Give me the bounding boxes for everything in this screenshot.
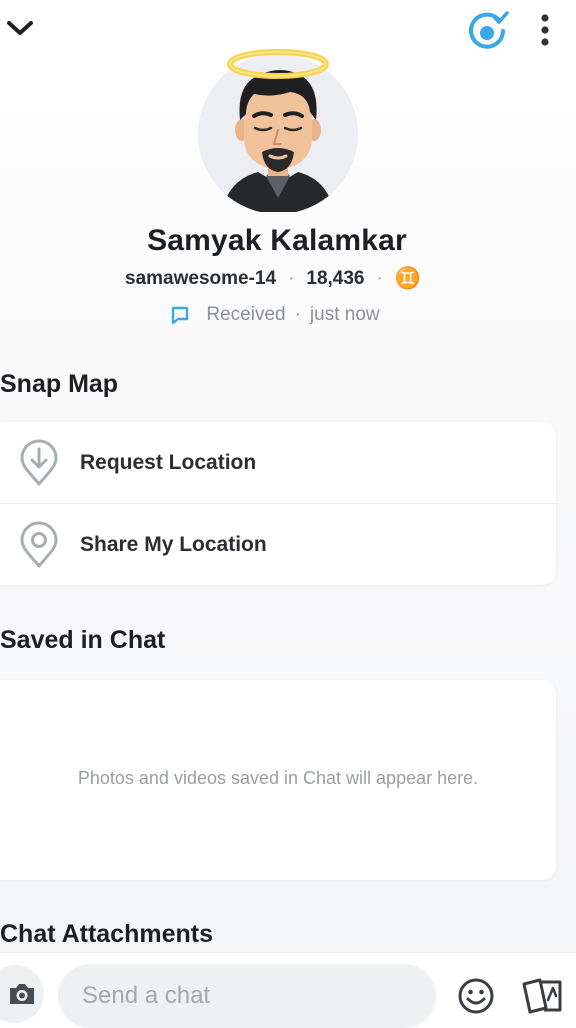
section-title-chat-attachments: Chat Attachments — [0, 920, 213, 948]
camera-icon — [7, 981, 37, 1007]
username: samawesome-14 — [125, 267, 277, 289]
story-check-icon — [465, 9, 509, 58]
emoji-icon — [457, 977, 495, 1015]
separator-dot: · — [294, 304, 301, 325]
sticker-button[interactable] — [520, 975, 564, 1017]
snap-score[interactable]: 18,436 — [306, 268, 364, 290]
more-options-button[interactable] — [530, 12, 560, 52]
separator-dot: · — [376, 267, 383, 289]
share-location-button[interactable]: Share My Location — [0, 504, 556, 585]
saved-in-chat-card: Photos and videos saved in Chat will app… — [0, 680, 556, 880]
chat-input[interactable] — [58, 964, 436, 1028]
chat-bottom-bar — [0, 952, 576, 1028]
share-location-label: Share My Location — [80, 532, 267, 556]
sticker-icon — [520, 976, 564, 1016]
avatar[interactable] — [192, 40, 364, 214]
section-title-saved-in-chat: Saved in Chat — [0, 626, 166, 654]
emoji-button[interactable] — [456, 976, 496, 1016]
profile-name: Samyak Kalamkar — [147, 224, 407, 257]
saved-empty-message: Photos and videos saved in Chat will app… — [77, 768, 479, 788]
status-time: just now — [309, 304, 380, 325]
separator-dot: · — [288, 267, 295, 289]
request-location-label: Request Location — [80, 450, 257, 474]
chevron-down-icon — [5, 18, 35, 43]
camera-button[interactable] — [0, 965, 44, 1023]
snap-map-card: Request Location Share My Location — [0, 422, 556, 585]
location-pin-icon — [0, 521, 78, 569]
chat-status: Received · just now — [0, 304, 550, 326]
more-vertical-icon — [540, 13, 550, 52]
zodiac-sign[interactable]: ♊ — [395, 266, 421, 291]
status-text: Received — [206, 304, 286, 325]
chat-bubble-icon — [170, 305, 190, 325]
section-title-snap-map: Snap Map — [0, 370, 119, 398]
story-button[interactable] — [464, 10, 510, 56]
request-location-button[interactable]: Request Location — [0, 422, 556, 504]
request-location-icon — [0, 439, 78, 487]
back-button[interactable] — [0, 10, 40, 50]
profile-meta: samawesome-14 · 18,436 · ♊ — [0, 266, 546, 291]
